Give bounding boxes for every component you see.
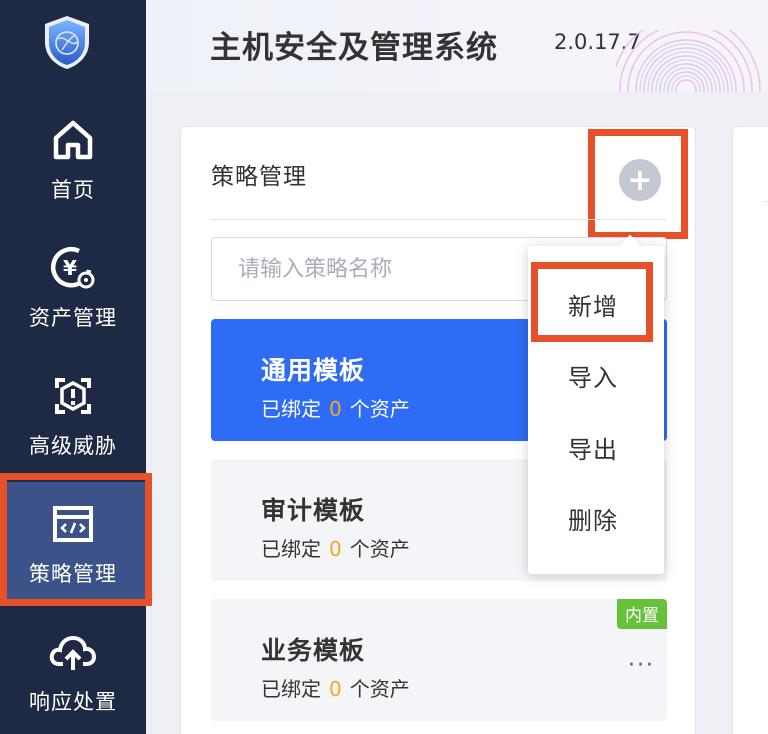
shield-logo-icon [42, 14, 92, 70]
policy-name: 审计模板 [261, 496, 366, 525]
sidebar-item-threats[interactable]: 高级威胁 [0, 354, 146, 472]
bound-count: 0 [329, 397, 342, 421]
sidebar-item-home[interactable]: 首页 [0, 98, 146, 216]
sidebar-item-label: 高级威胁 [29, 434, 117, 458]
policy-name: 业务模板 [261, 636, 366, 665]
bound-suffix: 个资产 [349, 537, 410, 561]
policy-bound-info: 已绑定 0 个资产 [261, 393, 410, 422]
panel-title: 策略管理 [211, 164, 307, 190]
add-button[interactable]: + [619, 159, 661, 201]
bound-prefix: 已绑定 [261, 397, 321, 421]
bound-count: 0 [329, 537, 342, 561]
plus-icon: + [627, 162, 653, 198]
threat-icon [49, 372, 97, 420]
sidebar-item-label: 策略管理 [29, 562, 117, 586]
sidebar-item-label: 首页 [51, 178, 95, 202]
home-icon [49, 116, 97, 164]
svg-text:¥: ¥ [63, 256, 77, 280]
menu-item-import[interactable]: 导入 [528, 347, 664, 403]
policy-bound-info: 已绑定 0 个资产 [261, 673, 410, 702]
policy-name: 通用模板 [261, 356, 366, 385]
menu-item-delete[interactable]: 删除 [528, 490, 664, 546]
more-options-icon[interactable]: ··· [628, 653, 655, 678]
asset-icon: ¥ [49, 244, 97, 292]
cloud-upload-icon [49, 628, 97, 676]
divider [763, 201, 768, 202]
sidebar-item-assets[interactable]: ¥ 资产管理 [0, 226, 146, 344]
sidebar-item-label: 响应处置 [29, 690, 117, 714]
sidebar: 首页 ¥ 资产管理 高级威胁 策略管理 响应处置 [0, 0, 146, 734]
bound-prefix: 已绑定 [261, 677, 321, 701]
menu-item-export[interactable]: 导出 [528, 419, 664, 475]
detail-panel [732, 126, 768, 734]
menu-item-add[interactable]: 新增 [528, 276, 664, 332]
bound-suffix: 个资产 [349, 397, 410, 421]
header: 主机安全及管理系统 2.0.17.7 [146, 0, 768, 92]
divider [211, 219, 667, 220]
add-dropdown-menu: 新增 导入 导出 删除 [528, 234, 664, 574]
builtin-badge: 内置 [617, 599, 667, 629]
policy-bound-info: 已绑定 0 个资产 [261, 533, 410, 562]
sidebar-item-response[interactable]: 响应处置 [0, 610, 146, 728]
sidebar-item-label: 资产管理 [29, 306, 117, 330]
app-title: 主机安全及管理系统 [210, 30, 498, 66]
sidebar-item-policy[interactable]: 策略管理 [0, 482, 146, 600]
bound-prefix: 已绑定 [261, 537, 321, 561]
policy-card-business[interactable]: 内置 业务模板 已绑定 0 个资产 ··· [211, 599, 667, 721]
policy-icon [49, 500, 97, 548]
fingerprint-decoration-icon [616, 30, 761, 92]
bound-count: 0 [329, 677, 342, 701]
bound-suffix: 个资产 [349, 677, 410, 701]
